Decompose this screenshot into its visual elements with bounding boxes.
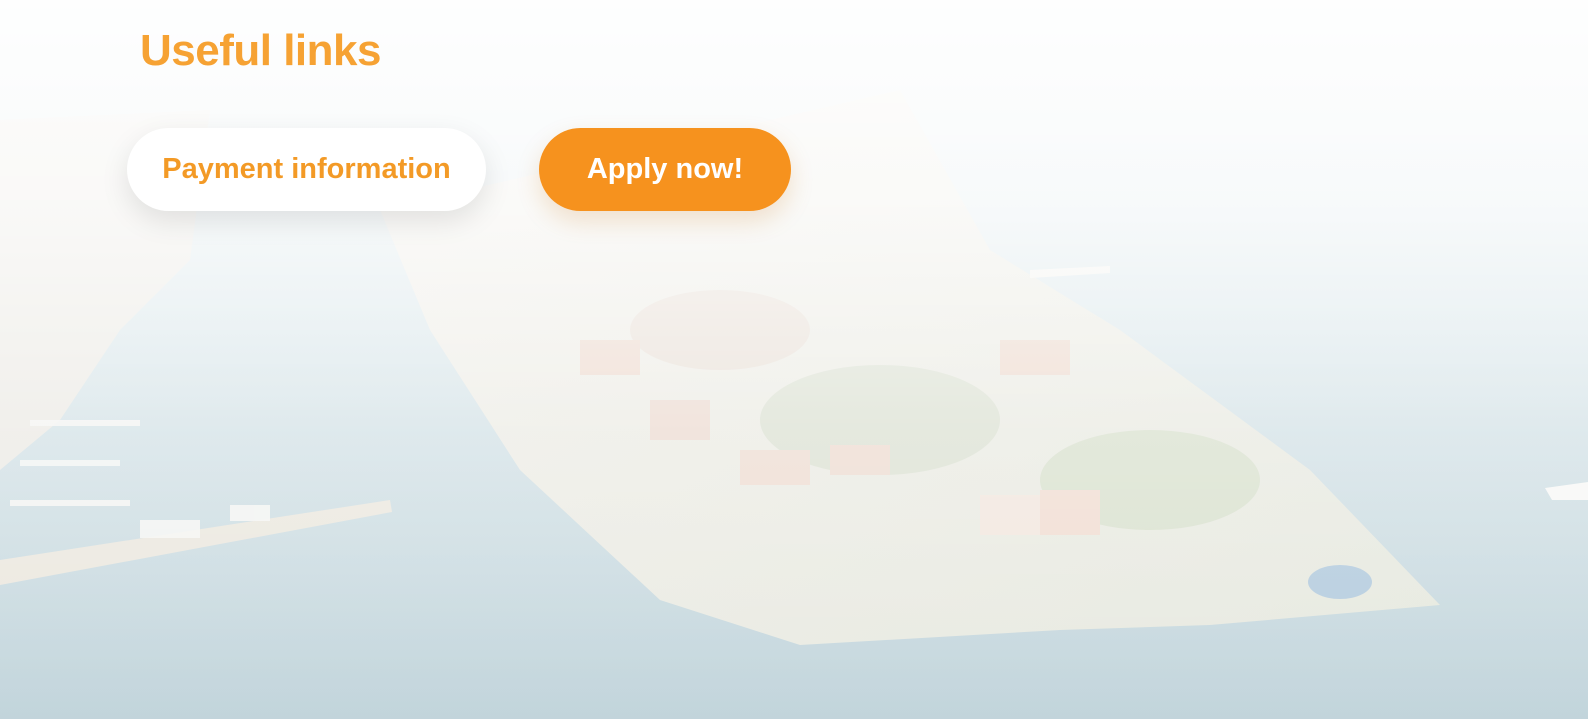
payment-information-button[interactable]: Payment information xyxy=(127,128,486,211)
section-title: Useful links xyxy=(140,26,381,75)
useful-links-section: Useful links Payment information Apply n… xyxy=(0,0,1588,719)
apply-now-button[interactable]: Apply now! xyxy=(539,128,791,211)
aerial-city-background-image xyxy=(0,0,1588,719)
